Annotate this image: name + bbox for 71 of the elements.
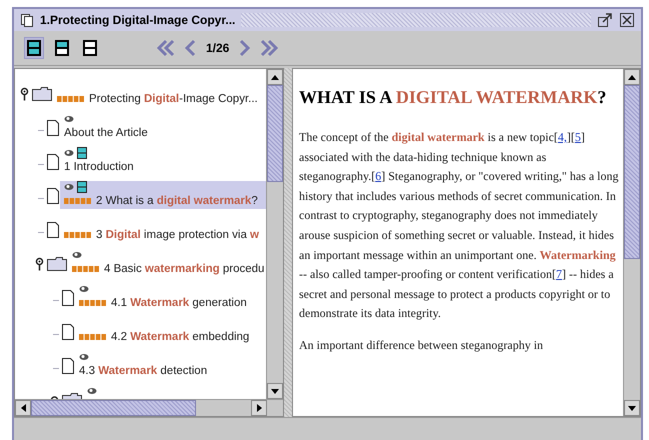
- marker-icon: [79, 334, 107, 340]
- page-counter: 1/26: [206, 41, 230, 55]
- citation-link[interactable]: 7: [556, 267, 562, 282]
- scroll-thumb[interactable]: [267, 85, 283, 182]
- tree-item[interactable]: 3 Digital image protection via w: [60, 215, 266, 243]
- scroll-thumb[interactable]: [624, 85, 640, 259]
- up-arrow-icon: [628, 74, 636, 80]
- maximize-icon[interactable]: [597, 12, 613, 28]
- page-icon: [61, 357, 75, 375]
- title-bar-grip[interactable]: [241, 13, 591, 27]
- document-icon: [20, 13, 34, 27]
- left-arrow-icon: [20, 404, 26, 412]
- citation-link[interactable]: 5: [574, 130, 581, 144]
- marker-icon: [72, 266, 100, 272]
- page-icon: [46, 153, 60, 171]
- scroll-right-button[interactable]: [251, 400, 267, 416]
- tree-item[interactable]: 1 Introduction: [60, 147, 266, 175]
- eye-icon: [72, 251, 82, 259]
- page-icon: [61, 323, 75, 341]
- marker-icon: [64, 232, 92, 238]
- tree-item[interactable]: 2 What is a digital watermark?: [60, 181, 266, 209]
- tree-item[interactable]: 4.2 Watermark embedding: [75, 317, 266, 345]
- paragraph: An important difference between steganography in: [299, 336, 544, 354]
- eye-icon: [79, 353, 89, 361]
- tree-item[interactable]: About the Article: [60, 113, 266, 141]
- eye-icon: [64, 149, 74, 157]
- tree-item[interactable]: 4.3 Watermark detection: [75, 351, 266, 379]
- split-view-icon: [77, 147, 87, 159]
- eye-icon: [79, 285, 89, 293]
- folder-icon: [31, 85, 53, 102]
- scroll-left-button[interactable]: [15, 400, 31, 416]
- right-arrow-icon: [256, 404, 262, 412]
- split-view-icon: [54, 39, 70, 57]
- marker-icon: [79, 300, 107, 306]
- scroll-up-button[interactable]: [267, 69, 283, 85]
- eye-icon: [64, 115, 74, 123]
- expand-handle-icon[interactable]: [20, 87, 29, 101]
- scroll-up-button[interactable]: [624, 69, 640, 85]
- layout-button[interactable]: [80, 37, 100, 59]
- page-icon: [46, 221, 60, 239]
- tree-item[interactable]: Protecting Digital-Image Copyr...: [53, 79, 266, 107]
- down-arrow-icon: [628, 406, 636, 410]
- scrollbar[interactable]: [266, 69, 283, 399]
- split-view-icon: [77, 181, 87, 193]
- marker-icon: [64, 198, 92, 204]
- page-icon: [61, 289, 75, 307]
- article-heading: WHAT IS A DIGITAL WATERMARK?: [299, 87, 608, 108]
- scroll-thumb[interactable]: [31, 400, 196, 416]
- split-view-icon: [26, 39, 42, 57]
- expand-handle-icon[interactable]: [35, 257, 44, 271]
- close-icon[interactable]: [619, 12, 635, 28]
- citation-link[interactable]: 4,: [558, 130, 567, 144]
- eye-icon: [87, 387, 97, 395]
- scroll-down-button[interactable]: [624, 400, 640, 416]
- citation-link[interactable]: 6: [375, 169, 382, 184]
- eye-icon: [64, 183, 74, 191]
- tree-item[interactable]: 4.1 Watermark generation: [75, 283, 266, 311]
- layout-button[interactable]: [52, 37, 72, 59]
- tree-item[interactable]: 4 Basic watermarking procedu: [68, 249, 266, 277]
- down-arrow-icon: [271, 388, 279, 394]
- window-title: 1.Protecting Digital-Image Copyr...: [40, 13, 236, 27]
- layout-button[interactable]: [24, 37, 44, 59]
- scrollbar[interactable]: [623, 69, 640, 416]
- page-icon: [46, 119, 60, 137]
- folder-icon: [46, 255, 68, 272]
- paragraph: The concept of the digital watermark is a new topic[4,][5] associated with the data-hiding technique known as steganography.[6] Steganography, or "covered writing," has a long history that includes various methods of secret communication. In contrast to cryptography, steganography does not immediately arouse suspicion of something secret or valuable. Instead, it hides an important message within an unimportant one. Watermarking -- also called tamper-proofing or content verification[7] -- hides a secret and personal message to protect a products copyright or to demonstrate its data integrity.: [299, 129, 619, 322]
- marker-icon: [57, 96, 85, 102]
- scroll-down-button[interactable]: [267, 383, 283, 399]
- scrollbar[interactable]: [15, 399, 283, 416]
- split-view-icon: [82, 39, 98, 57]
- up-arrow-icon: [271, 74, 279, 80]
